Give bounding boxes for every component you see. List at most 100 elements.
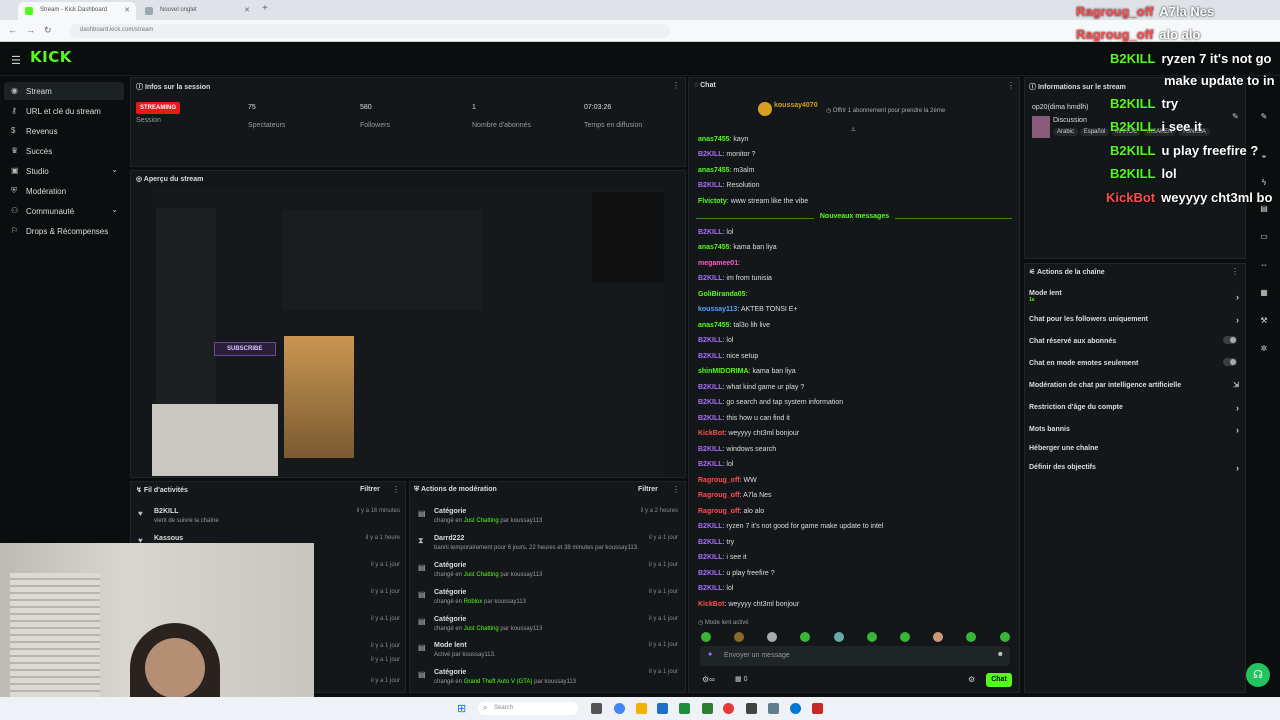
- kick-logo[interactable]: KICK: [30, 48, 72, 66]
- more-options-icon[interactable]: ⋮: [672, 81, 680, 90]
- activity-filter-button[interactable]: Filtrer: [360, 486, 380, 493]
- chat-username[interactable]: B2KILL: [698, 415, 723, 422]
- chat-username[interactable]: B2KILL: [698, 585, 723, 592]
- chat-username[interactable]: Ragroug_off: [698, 492, 740, 499]
- app-icon[interactable]: [812, 703, 823, 714]
- sidebar-item-drops[interactable]: ⚐ Drops & Récompenses: [4, 222, 124, 240]
- grid-icon[interactable]: ▦: [1258, 288, 1270, 300]
- emote-icon[interactable]: [800, 632, 810, 642]
- chat-username[interactable]: B2KILL: [698, 275, 723, 282]
- close-tab-icon[interactable]: ✕: [124, 6, 130, 14]
- subscribers-only-toggle[interactable]: [1223, 336, 1237, 344]
- send-chat-button[interactable]: Chat: [986, 673, 1012, 687]
- action-emotes-only[interactable]: Chat en mode emotes seulement: [1029, 358, 1241, 367]
- task-view-icon[interactable]: [591, 703, 602, 714]
- chat-username[interactable]: B2KILL: [698, 182, 723, 189]
- chat-tools-icon[interactable]: ⚙∞: [702, 675, 715, 684]
- chat-username[interactable]: KickBot: [698, 430, 724, 437]
- app-icon[interactable]: [702, 703, 713, 714]
- back-icon[interactable]: ←: [8, 25, 17, 35]
- sidebar-item-stream[interactable]: ◉ Stream: [4, 82, 124, 100]
- chat-username[interactable]: B2KILL: [698, 353, 723, 360]
- browser-tab-kick[interactable]: Stream - Kick Dashboard ✕: [18, 2, 136, 20]
- chat-username[interactable]: B2KILL: [698, 337, 723, 344]
- sidebar-item-communaute[interactable]: ⚇ Communauté ⌄: [4, 202, 124, 220]
- chat-username[interactable]: KickBot: [698, 601, 724, 608]
- emote-icon[interactable]: [834, 632, 844, 642]
- emoji-icon[interactable]: ☻: [997, 651, 1004, 658]
- sidebar-item-url-key[interactable]: ⚷ URL et clé du stream: [4, 102, 124, 120]
- action-banned-words[interactable]: Mots bannis ›: [1029, 425, 1241, 435]
- file-explorer-icon[interactable]: [636, 703, 647, 714]
- app-icon[interactable]: [679, 703, 690, 714]
- browser-tab-new[interactable]: Nouvel onglet ✕: [138, 2, 256, 20]
- action-host-channel[interactable]: Héberger une chaîne: [1029, 445, 1241, 452]
- chat-username[interactable]: B2KILL: [698, 554, 723, 561]
- sidebar-item-studio[interactable]: ▣ Studio ⌄: [4, 162, 124, 180]
- action-set-goals[interactable]: Définir des objectifs ›: [1029, 463, 1241, 473]
- chat-username[interactable]: koussay113: [698, 306, 737, 313]
- new-tab-icon[interactable]: +: [262, 3, 268, 14]
- stream-preview-video[interactable]: SUBSCRIBE: [152, 188, 665, 476]
- emote-icon[interactable]: [933, 632, 943, 642]
- opera-icon[interactable]: [723, 703, 734, 714]
- sidebar-item-succes[interactable]: ♛ Succès: [4, 142, 124, 160]
- chat-username[interactable]: anas7455: [698, 136, 730, 143]
- emote-icon[interactable]: [701, 632, 711, 642]
- chat-username[interactable]: megamee01: [698, 260, 738, 267]
- chat-username[interactable]: B2KILL: [698, 570, 723, 577]
- chat-username[interactable]: B2KILL: [698, 461, 723, 468]
- app-icon[interactable]: [657, 703, 668, 714]
- emote-icon[interactable]: [900, 632, 910, 642]
- reload-icon[interactable]: ↻: [44, 25, 52, 36]
- edit-icon[interactable]: ✎: [1258, 112, 1270, 124]
- url-input[interactable]: dashboard.kick.com/stream: [70, 24, 670, 38]
- chrome-icon[interactable]: [614, 703, 625, 714]
- app-icon[interactable]: [746, 703, 757, 714]
- settings-icon[interactable]: ✲: [1258, 344, 1270, 356]
- action-followers-only[interactable]: Chat pour les followers uniquement ›: [1029, 315, 1241, 325]
- wrench-icon[interactable]: ⚒: [1258, 316, 1270, 328]
- chat-username[interactable]: Ragroug_off: [698, 477, 740, 484]
- more-options-icon[interactable]: ⋮: [1231, 267, 1239, 276]
- forward-icon[interactable]: →: [26, 25, 35, 35]
- taskbar-search[interactable]: ⌕ Search: [478, 702, 578, 715]
- action-subscribers-only[interactable]: Chat réservé aux abonnés: [1029, 336, 1241, 345]
- settings-icon[interactable]: [768, 703, 779, 714]
- chat-username[interactable]: anas7455: [698, 244, 730, 251]
- action-ai-moderation[interactable]: Modération de chat par intelligence arti…: [1029, 382, 1241, 389]
- settings-gear-icon[interactable]: ⚙: [968, 675, 975, 684]
- pin-icon[interactable]: ⌖: [1258, 152, 1270, 164]
- sidebar-item-revenus[interactable]: $ Revenus: [4, 122, 124, 140]
- expand-icon[interactable]: ⇔: [1258, 260, 1270, 272]
- pinned-user[interactable]: koussay4070: [774, 102, 818, 109]
- hamburger-menu-icon[interactable]: ☰: [11, 54, 21, 67]
- chat-icon[interactable]: ▭: [1258, 232, 1270, 244]
- close-tab-icon[interactable]: ✕: [244, 6, 250, 14]
- chat-username[interactable]: shinMIDORIMA: [698, 368, 749, 375]
- more-options-icon[interactable]: ⋮: [1007, 81, 1015, 90]
- action-age-restriction[interactable]: Restriction d'âge du compte ›: [1029, 403, 1241, 413]
- chat-username[interactable]: Ragroug_off: [698, 508, 740, 515]
- windows-start-icon[interactable]: ⊞: [457, 702, 466, 715]
- panel-icon[interactable]: ▤: [1258, 204, 1270, 216]
- sidebar-item-moderation[interactable]: ⛨ Modération: [4, 182, 124, 200]
- emote-icon[interactable]: [867, 632, 877, 642]
- chat-username[interactable]: B2KILL: [698, 229, 723, 236]
- chat-message-input[interactable]: ● Envoyer un message ☻: [700, 646, 1010, 666]
- edit-pencil-icon[interactable]: ✎: [1232, 112, 1239, 121]
- chat-username[interactable]: B2KILL: [698, 539, 723, 546]
- emote-icon[interactable]: [767, 632, 777, 642]
- chat-username[interactable]: anas7455: [698, 167, 730, 174]
- chat-username[interactable]: GoliBiranda05: [698, 291, 745, 298]
- lightning-icon[interactable]: ϟ: [1258, 178, 1270, 190]
- chat-username[interactable]: B2KILL: [698, 446, 723, 453]
- chat-username[interactable]: Flvictoty: [698, 198, 727, 205]
- action-mode-lent[interactable]: Mode lent 1s ›: [1029, 290, 1241, 303]
- emote-icon[interactable]: [1000, 632, 1010, 642]
- emote-icon[interactable]: [966, 632, 976, 642]
- emote-icon[interactable]: [734, 632, 744, 642]
- emotes-only-toggle[interactable]: [1223, 358, 1237, 366]
- more-options-icon[interactable]: ⋮: [392, 485, 400, 494]
- chat-username[interactable]: anas7455: [698, 322, 730, 329]
